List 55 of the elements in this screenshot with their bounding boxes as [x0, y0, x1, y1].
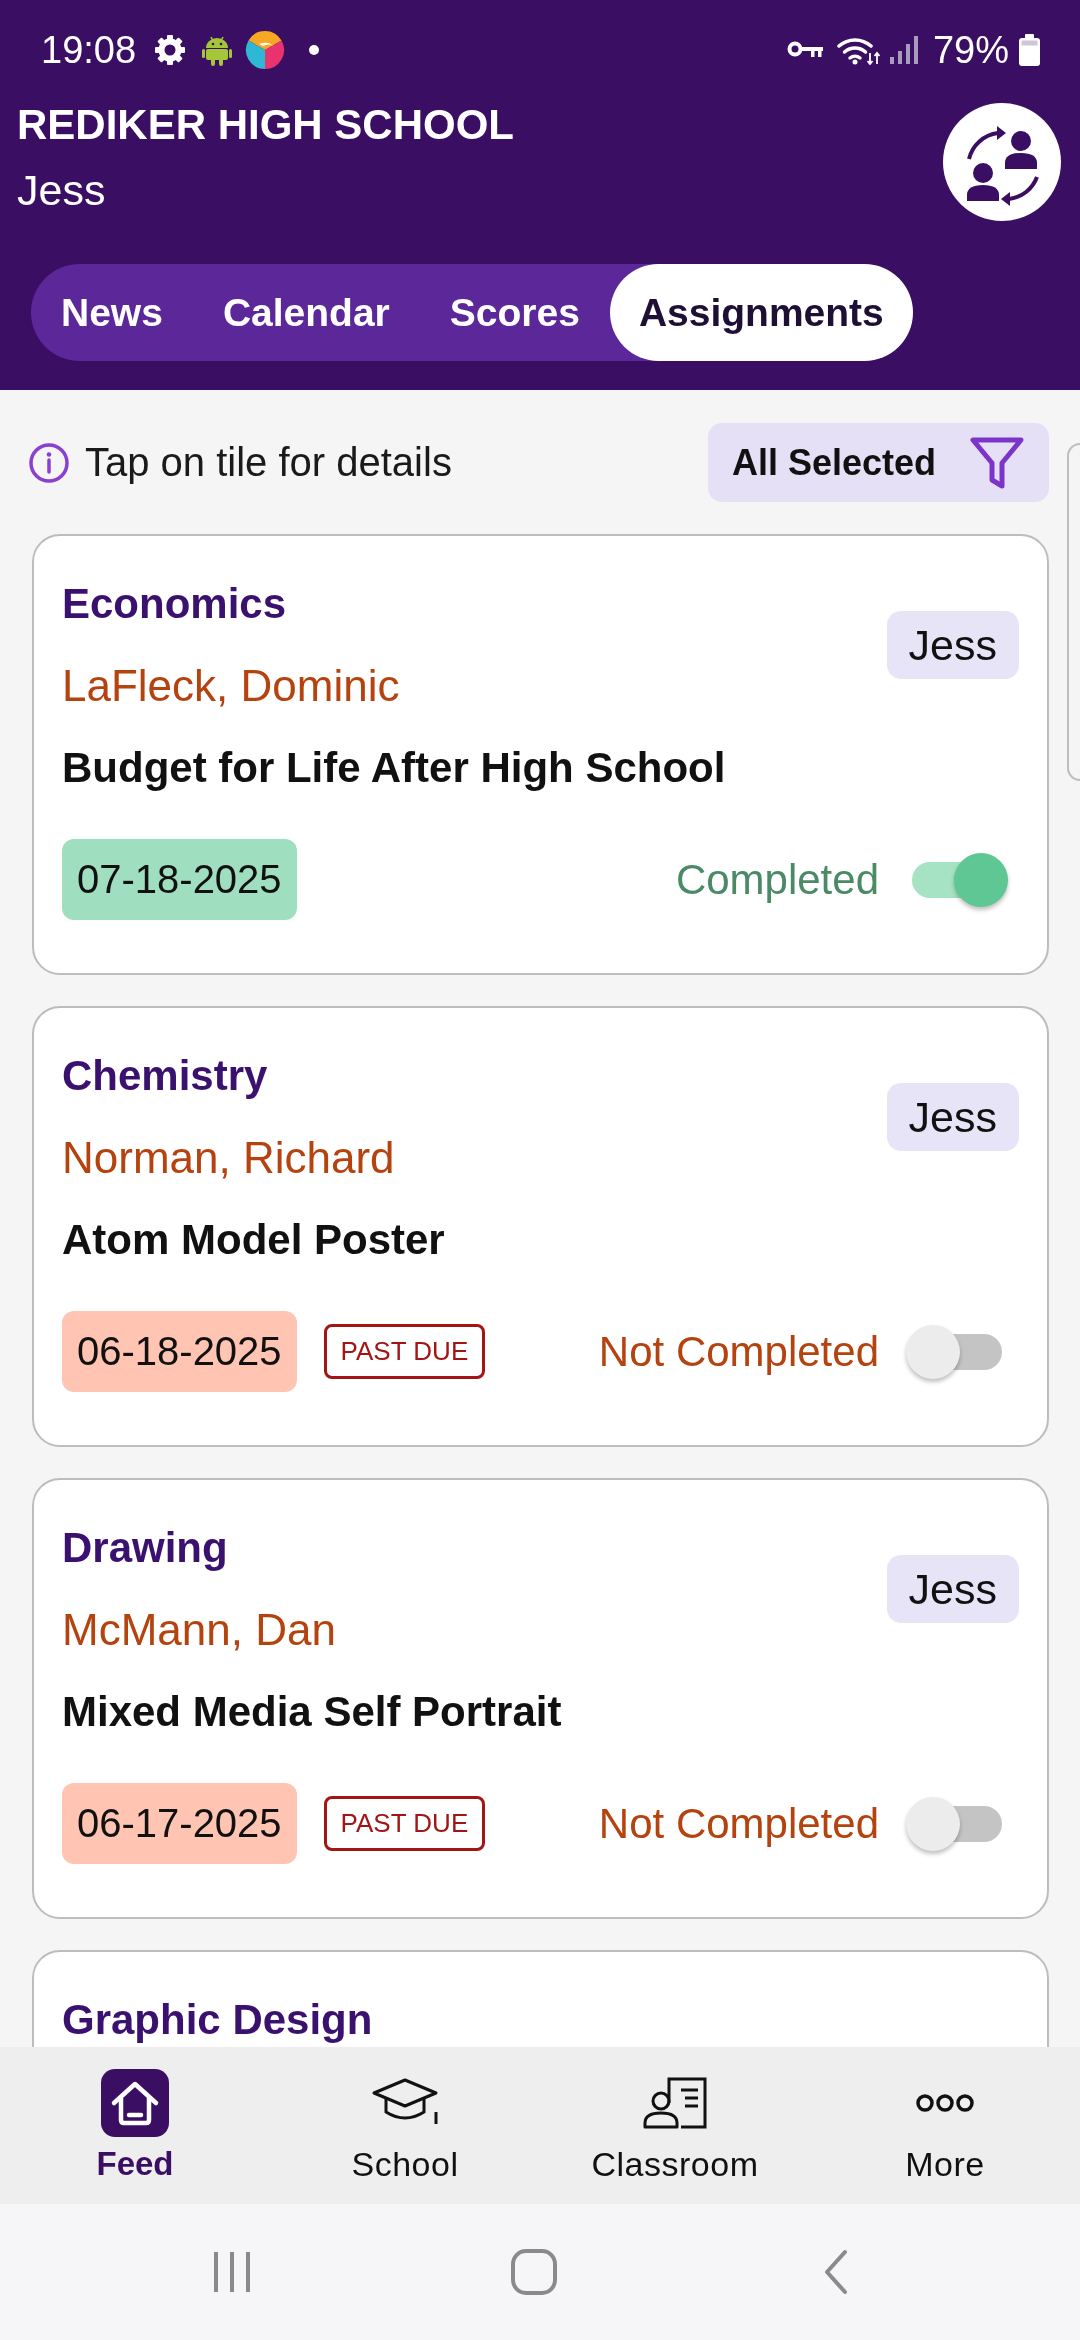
subject-title: Economics	[62, 579, 287, 629]
signal-icon	[889, 36, 918, 64]
due-date-tag: 07-18-2025	[62, 839, 297, 920]
more-icon	[916, 2092, 974, 2114]
student-name: Jess	[17, 165, 106, 215]
assignment-card[interactable]: Drawing McMann, Dan Jess Mixed Media Self Portrait 06-17-2025 PAST DUE Not Completed	[32, 1478, 1049, 1919]
house-icon	[101, 2069, 169, 2137]
teacher-name: McMann, Dan	[62, 1605, 336, 1655]
battery-icon	[1019, 34, 1040, 66]
wifi-icon	[836, 35, 880, 65]
filter-button[interactable]: All Selected	[707, 423, 1049, 502]
people-arrows-icon[interactable]	[943, 103, 1061, 221]
due-date-tag: 06-17-2025	[62, 1783, 297, 1864]
recents-icon[interactable]	[212, 2250, 252, 2294]
nav-tab[interactable]: More	[905, 2047, 985, 2184]
assignment-title: Atom Model Poster	[62, 1215, 445, 1265]
completion-status: Not Completed	[598, 1799, 879, 1848]
teacher-board-icon	[643, 2077, 707, 2129]
gear-icon	[154, 34, 187, 66]
nav-tab[interactable]: School	[351, 2047, 459, 2184]
assignment-card[interactable]: Chemistry Norman, Richard Jess Atom Model Poster 06-18-2025 PAST DUE Not Completed	[32, 1006, 1049, 1447]
tab[interactable]: Scores	[419, 264, 610, 361]
tab[interactable]: Assignments	[609, 264, 913, 361]
subject-title: Chemistry	[62, 1051, 268, 1101]
key-icon	[786, 40, 823, 60]
back-icon[interactable]	[823, 2249, 849, 2295]
assignment-card[interactable]: Graphic Design	[32, 1950, 1049, 2047]
nav-tab[interactable]: Feed	[96, 2047, 174, 2184]
nav-tab[interactable]: Classroom	[591, 2047, 759, 2184]
assignment-title: Budget for Life After High School	[62, 743, 726, 793]
due-date-tag: 06-18-2025	[62, 1311, 297, 1392]
assignment-title: Mixed Media Self Portrait	[62, 1687, 562, 1737]
robot-icon	[202, 34, 233, 66]
status-time: 19:08	[41, 28, 137, 72]
student-tag: Jess	[886, 611, 1019, 679]
past-due-tag: PAST DUE	[323, 1796, 486, 1851]
past-due-tag: PAST DUE	[323, 1324, 486, 1379]
completion-status: Completed	[675, 855, 879, 904]
round-logo-icon	[245, 30, 286, 70]
notification-dot-icon	[309, 45, 320, 55]
tab[interactable]: Calendar	[192, 264, 420, 361]
teacher-name: Norman, Richard	[62, 1133, 395, 1183]
school-name: REDIKER HIGH SCHOOL	[17, 100, 515, 150]
subject-title: Drawing	[62, 1523, 228, 1573]
assignment-card[interactable]: Economics LaFleck, Dominic Jess Budget for Life After High School 07-18-2025 Completed	[32, 534, 1049, 975]
teacher-name: LaFleck, Dominic	[62, 661, 400, 711]
battery-percent: 79%	[932, 28, 1009, 72]
info-icon	[29, 442, 69, 483]
student-tag: Jess	[886, 1555, 1019, 1623]
home-icon[interactable]	[511, 2249, 557, 2295]
completion-status: Not Completed	[598, 1327, 879, 1376]
subject-title: Graphic Design	[62, 1995, 373, 2045]
tab[interactable]: News	[31, 264, 193, 361]
student-tag: Jess	[886, 1083, 1019, 1151]
hint-text: Tap on tile for details	[85, 440, 452, 485]
